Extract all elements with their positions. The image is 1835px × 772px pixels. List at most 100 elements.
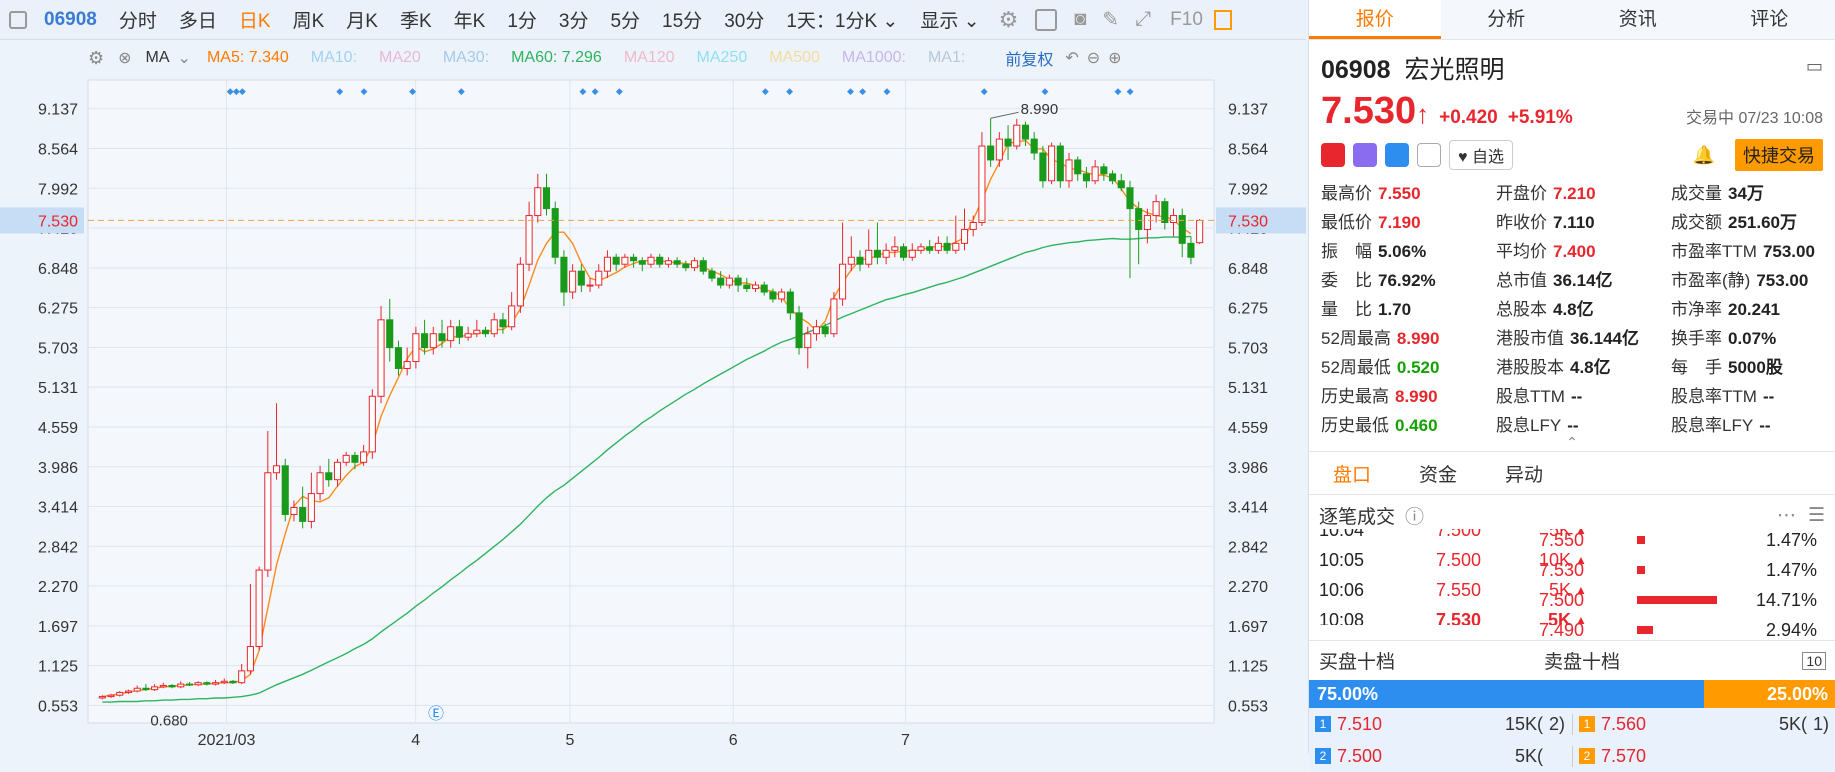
candle-body[interactable] bbox=[944, 243, 950, 250]
candle-body[interactable] bbox=[204, 683, 210, 684]
candle-body[interactable] bbox=[587, 285, 593, 286]
candle-body[interactable] bbox=[1031, 139, 1037, 153]
candle-body[interactable] bbox=[213, 683, 219, 684]
period-tab[interactable]: 周K bbox=[282, 6, 336, 33]
candle-body[interactable] bbox=[1153, 202, 1159, 216]
period-tab[interactable]: 3分 bbox=[548, 6, 600, 33]
candle-body[interactable] bbox=[169, 685, 175, 686]
candle-body[interactable] bbox=[840, 264, 846, 299]
candle-body[interactable] bbox=[1014, 125, 1020, 146]
event-marker[interactable]: ◆ bbox=[361, 86, 368, 96]
period-tab[interactable]: 1分 bbox=[496, 6, 548, 33]
add-watchlist-button[interactable]: ♥ 自选 bbox=[1449, 140, 1513, 170]
period-tab[interactable]: 15分 bbox=[651, 6, 713, 33]
period-tab[interactable]: 分时 bbox=[108, 6, 168, 33]
period-tab[interactable]: 季K bbox=[389, 6, 443, 33]
candle-body[interactable] bbox=[195, 683, 201, 685]
candle-body[interactable] bbox=[108, 695, 114, 696]
candle-body[interactable] bbox=[1127, 188, 1133, 209]
candle-body[interactable] bbox=[961, 229, 967, 243]
candle-body[interactable] bbox=[230, 681, 236, 682]
candle-body[interactable] bbox=[822, 327, 828, 334]
candle-body[interactable] bbox=[517, 264, 523, 306]
candle-body[interactable] bbox=[430, 334, 436, 348]
f10-button[interactable]: F10 bbox=[1159, 9, 1214, 31]
candle-body[interactable] bbox=[883, 250, 889, 257]
candle-body[interactable] bbox=[866, 250, 872, 264]
hk-flag-icon[interactable] bbox=[1321, 143, 1345, 167]
event-marker[interactable]: ◆ bbox=[579, 86, 586, 96]
candle-body[interactable] bbox=[674, 261, 680, 264]
candle-body[interactable] bbox=[273, 466, 279, 473]
detail-tab[interactable]: 异动 bbox=[1481, 460, 1567, 487]
candle-body[interactable] bbox=[456, 327, 462, 337]
candle-body[interactable] bbox=[979, 146, 985, 222]
candle-body[interactable] bbox=[996, 139, 1002, 160]
candle-body[interactable] bbox=[596, 271, 602, 285]
period-tab[interactable]: 日K bbox=[228, 6, 282, 33]
period-tab[interactable]: 多日 bbox=[168, 6, 228, 33]
lightning-icon[interactable] bbox=[1353, 143, 1377, 167]
candle-body[interactable] bbox=[439, 334, 445, 341]
candle-body[interactable] bbox=[378, 320, 384, 396]
side-panel-icon[interactable] bbox=[1214, 10, 1232, 30]
candle-body[interactable] bbox=[1022, 125, 1028, 139]
event-marker[interactable]: ◆ bbox=[786, 86, 793, 96]
candle-body[interactable] bbox=[787, 292, 793, 313]
period-tab[interactable]: 30分 bbox=[713, 6, 775, 33]
candle-body[interactable] bbox=[874, 250, 880, 257]
candle-body[interactable] bbox=[570, 271, 576, 292]
candle-body[interactable] bbox=[561, 257, 567, 292]
candle-body[interactable] bbox=[622, 257, 628, 264]
candle-body[interactable] bbox=[134, 688, 140, 691]
candle-body[interactable] bbox=[413, 334, 419, 362]
candle-body[interactable] bbox=[1110, 174, 1116, 181]
candle-body[interactable] bbox=[1101, 167, 1107, 174]
candle-body[interactable] bbox=[143, 688, 149, 689]
candle-body[interactable] bbox=[291, 508, 297, 515]
candle-body[interactable] bbox=[535, 188, 541, 216]
candle-body[interactable] bbox=[691, 261, 697, 268]
candle-body[interactable] bbox=[631, 257, 637, 260]
candle-body[interactable] bbox=[813, 327, 819, 334]
candle-body[interactable] bbox=[578, 271, 584, 285]
candle-body[interactable] bbox=[308, 494, 314, 522]
quote-tab[interactable]: 资讯 bbox=[1572, 0, 1704, 39]
candle-body[interactable] bbox=[1188, 243, 1194, 257]
period-tab[interactable]: 5分 bbox=[599, 6, 651, 33]
bell-icon[interactable]: 🔔 bbox=[1693, 145, 1715, 166]
candle-body[interactable] bbox=[221, 681, 227, 682]
candle-body[interactable] bbox=[256, 570, 262, 646]
candle-body[interactable] bbox=[247, 647, 253, 671]
quote-tab[interactable]: 评论 bbox=[1704, 0, 1835, 39]
draw-box-icon[interactable] bbox=[1035, 9, 1057, 31]
candle-body[interactable] bbox=[909, 250, 915, 257]
candle-body[interactable] bbox=[422, 334, 428, 348]
candle-body[interactable] bbox=[465, 334, 471, 337]
candle-body[interactable] bbox=[500, 320, 506, 327]
candle-body[interactable] bbox=[700, 261, 706, 271]
list-icon[interactable]: ☰ bbox=[1808, 504, 1825, 527]
fullscreen-icon[interactable]: ⤢ bbox=[1127, 8, 1159, 31]
candle-body[interactable] bbox=[369, 396, 375, 452]
tag-icon[interactable] bbox=[1385, 143, 1409, 167]
candle-body[interactable] bbox=[639, 261, 645, 264]
expand-icon[interactable]: ⌃ bbox=[1321, 434, 1823, 451]
candle-body[interactable] bbox=[735, 278, 741, 285]
close-icon[interactable]: ⊗ bbox=[118, 48, 131, 68]
gear-icon[interactable]: ⚙ bbox=[88, 48, 104, 69]
candle-body[interactable] bbox=[387, 320, 393, 348]
candle-body[interactable] bbox=[752, 285, 758, 288]
event-marker[interactable]: ◆ bbox=[762, 86, 769, 96]
candle-body[interactable] bbox=[848, 257, 854, 264]
e-marker-icon[interactable]: Ⓔ bbox=[428, 705, 444, 723]
event-marker[interactable]: ◆ bbox=[336, 86, 343, 96]
candle-body[interactable] bbox=[901, 247, 907, 257]
note-icon[interactable] bbox=[1417, 143, 1441, 167]
kline-svg[interactable]: 9.1379.1378.5648.5647.9927.9927.4207.420… bbox=[0, 76, 1306, 753]
chevron-down-icon[interactable]: ⌄ bbox=[178, 48, 191, 68]
event-marker[interactable]: ◆ bbox=[847, 86, 854, 96]
candle-body[interactable] bbox=[744, 285, 750, 288]
kline-chart[interactable]: 9.1379.1378.5648.5647.9927.9927.4207.420… bbox=[0, 76, 1306, 753]
candle-body[interactable] bbox=[988, 146, 994, 160]
